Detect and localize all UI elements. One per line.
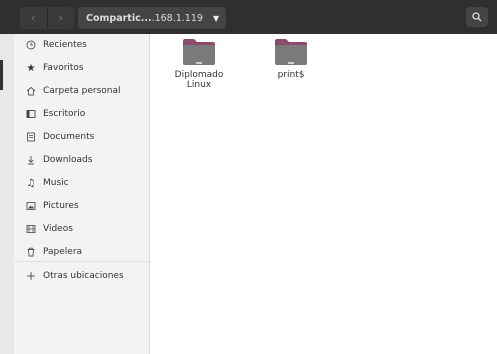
sidebar-item-documents[interactable]: Documents: [14, 127, 149, 147]
sidebar-item-favoritos[interactable]: ★ Favoritos: [14, 58, 149, 78]
sidebar: Recientes ★ Favoritos Carpeta personal E…: [14, 34, 150, 354]
sidebar-item-label: Escritorio: [43, 109, 86, 119]
background-window-strip: [0, 0, 14, 354]
back-button[interactable]: ‹: [20, 7, 48, 29]
file-item-print[interactable]: print$: [261, 38, 321, 80]
sidebar-item-label: Favoritos: [43, 63, 84, 73]
search-icon: [472, 12, 482, 22]
file-name-line1: Diplomado: [174, 70, 224, 80]
document-icon: [24, 132, 38, 142]
sidebar-item-label: Otras ubicaciones: [43, 271, 124, 281]
sidebar-item-otras-ubicaciones[interactable]: + Otras ubicaciones: [14, 266, 149, 286]
sidebar-item-carpeta-personal[interactable]: Carpeta personal: [14, 81, 149, 101]
sidebar-item-label: Documents: [43, 132, 95, 142]
header-bar: ‹ › Compartic....168.1.119 ▼: [0, 0, 497, 34]
forward-button[interactable]: ›: [48, 7, 75, 29]
sidebar-item-recientes[interactable]: Recientes: [14, 35, 149, 55]
path-label: Compartic....168.1.119: [86, 13, 203, 24]
caret-down-icon[interactable]: ▼: [213, 14, 219, 23]
sidebar-item-papelera[interactable]: Papelera: [14, 242, 149, 262]
path-sub: .168.1.119: [151, 12, 203, 24]
download-icon: [24, 155, 38, 165]
clock-icon: [24, 40, 38, 50]
sidebar-item-music[interactable]: ♫ Music: [14, 173, 149, 193]
chevron-right-icon: ›: [58, 10, 64, 26]
trash-icon: [24, 247, 38, 257]
sidebar-item-escritorio[interactable]: Escritorio: [14, 104, 149, 124]
sidebar-item-label: Recientes: [43, 40, 87, 50]
sidebar-separator: [14, 261, 149, 262]
navigation-buttons: ‹ ›: [20, 7, 74, 29]
star-icon: ★: [26, 62, 36, 74]
sidebar-item-pictures[interactable]: Pictures: [14, 196, 149, 216]
video-icon: [24, 224, 38, 234]
file-name-line2: Linux: [186, 80, 212, 90]
file-name-line1: print$: [277, 70, 305, 80]
folder-icon: [273, 38, 309, 66]
picture-icon: [24, 201, 38, 211]
path-bar-button[interactable]: Compartic....168.1.119 ▼: [78, 7, 226, 29]
file-view: Diplomado Linux print$: [150, 34, 497, 354]
sidebar-item-label: Downloads: [43, 155, 93, 165]
path-main: Compartic...: [86, 12, 152, 24]
sidebar-item-label: Pictures: [43, 201, 79, 211]
home-icon: [24, 86, 38, 96]
sidebar-item-label: Music: [43, 178, 69, 188]
music-icon: ♫: [26, 177, 36, 189]
search-button[interactable]: [466, 7, 488, 27]
file-item-diplomado-linux[interactable]: Diplomado Linux: [169, 38, 229, 90]
folder-icon: [181, 38, 217, 66]
plus-icon: +: [25, 269, 37, 283]
sidebar-item-label: Videos: [43, 224, 73, 234]
sidebar-item-label: Papelera: [43, 247, 83, 257]
chevron-left-icon: ‹: [30, 10, 36, 26]
sidebar-item-videos[interactable]: Videos: [14, 219, 149, 239]
desktop-icon: [24, 109, 38, 119]
sidebar-item-label: Carpeta personal: [43, 86, 121, 96]
background-window-edge: [0, 60, 3, 90]
sidebar-item-downloads[interactable]: Downloads: [14, 150, 149, 170]
